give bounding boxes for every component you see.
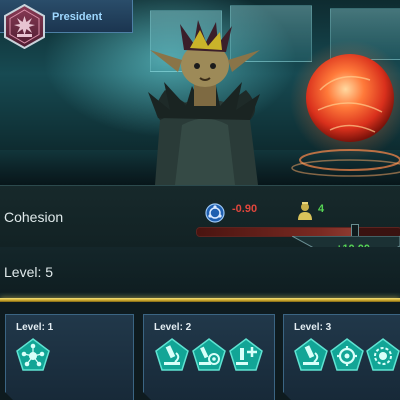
cohesion-progress-fill [197,228,353,236]
leader-trait-panel: President Cohesion -0.90 4 Level: 5 Leve… [0,0,400,400]
cohesion-bonus-value: 4 [318,203,325,215]
level-tier-title: Level: 2 [154,322,192,333]
leader-title: President [52,11,103,23]
cog-research-icon[interactable] [366,338,400,372]
radial-network-icon[interactable] [16,338,50,372]
research-plus-icon[interactable] [229,338,263,372]
cohesion-penalty-value: -0.90 [232,203,258,215]
level-section [0,247,400,293]
microscope-icon[interactable] [155,338,189,372]
research-gear-icon[interactable] [192,338,226,372]
chemistry-gear-icon[interactable] [330,338,364,372]
unity-icon [205,203,225,228]
level-tier-title: Level: 1 [16,322,54,333]
leader-emblem-icon[interactable] [2,3,47,50]
leader-portrait [120,20,290,185]
cohesion-label: Cohesion [4,209,64,225]
level-tier-title: Level: 3 [294,322,332,333]
microscope-icon[interactable] [294,338,328,372]
population-pop-icon [296,201,314,226]
leader-portrait-scene: President [0,0,400,185]
glowing-orb [290,40,400,180]
leader-level-label: Level: 5 [4,264,54,280]
